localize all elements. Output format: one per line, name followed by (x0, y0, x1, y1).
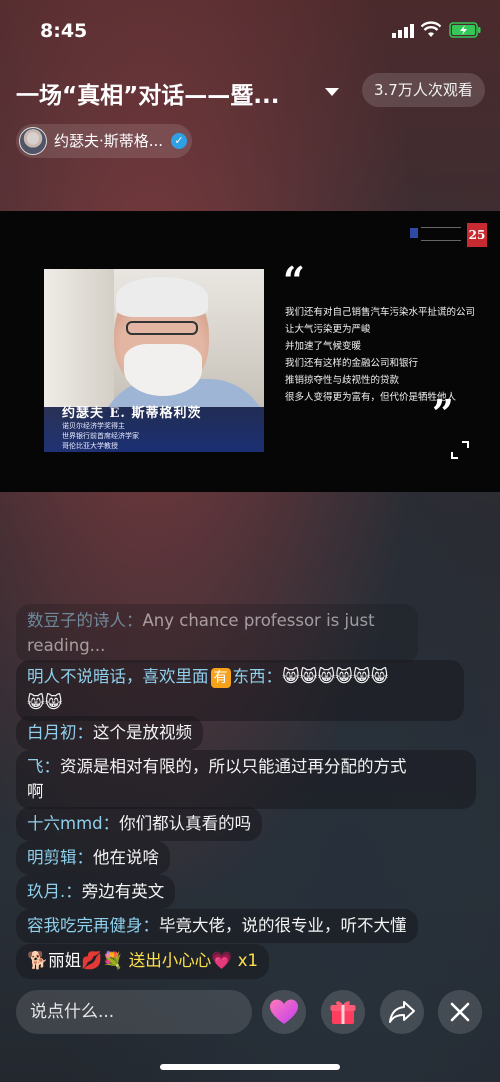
share-button[interactable] (380, 990, 424, 1034)
chat-message: 数豆子的诗人：Any chance professor is just read… (16, 604, 418, 663)
dog-icon: 🐕 (27, 951, 49, 971)
heart-gift-icon: 💗 (211, 951, 233, 971)
heart-icon (270, 999, 298, 1024)
speaker-name: 约瑟夫 E. 斯蒂格利茨 (62, 406, 202, 421)
home-indicator[interactable] (160, 1064, 340, 1070)
gift-button[interactable] (321, 990, 365, 1034)
chat-message: 飞：资源是相对有限的，所以只能通过再分配的方式 啊 (16, 750, 476, 809)
chat-username[interactable]: 明剪辑： (27, 848, 93, 867)
open-quote-icon: “ (283, 258, 305, 303)
quote-line: 我们还有对自己销售汽车污染水平扯谎的公司 (285, 307, 476, 318)
quote-line: 并加速了气候变暖 (285, 341, 362, 352)
close-icon (450, 1002, 470, 1022)
chat-text: 资源是相对有限的，所以只能通过再分配的方式 (60, 757, 407, 776)
speaker-title: 哥伦比亚大学教授 (62, 442, 118, 450)
quote-line: 让大气污染更为严峻 (285, 324, 371, 335)
gift-notification: 🐕丽姐💋💐 送出小心心💗 x1 (16, 944, 269, 979)
chat-text: 他在说啥 (93, 848, 159, 867)
chat-text: Any chance professor is just (142, 611, 375, 630)
status-bar: 8:45 (0, 0, 500, 60)
chat-username[interactable]: 丽姐 (48, 951, 81, 970)
quote-line: 推销掠夺性与歧视性的贷款 (285, 375, 400, 386)
stream-title[interactable]: 一场“真相”对话——暨... (16, 76, 316, 110)
host-name[interactable]: 约瑟夫·斯蒂格... (54, 124, 172, 158)
status-time: 8:45 (40, 20, 88, 42)
comment-input[interactable]: 说点什么... (16, 990, 252, 1034)
fullscreen-icon[interactable] (451, 441, 469, 459)
chevron-down-icon[interactable] (325, 88, 339, 96)
avatar[interactable] (19, 127, 47, 155)
speaker-title: 诺贝尔经济学奖得主 (62, 422, 125, 430)
chat-message: 白月初：这个是放视频 (16, 716, 203, 750)
chat-text: 啊 (27, 782, 44, 801)
chat-username[interactable]: 数豆子的诗人： (27, 611, 143, 630)
chat-text: reading... (27, 636, 106, 655)
broadcaster-logo-text (421, 227, 461, 241)
signal-icon (392, 24, 414, 38)
chat-text: 你们都认真看的吗 (119, 814, 252, 833)
close-button[interactable] (438, 990, 482, 1034)
gift-count: x1 (237, 951, 258, 970)
video-player[interactable]: 25 约瑟夫 E. 斯蒂格利茨 诺贝尔经济学奖得主 世界银行前首席经济学家 哥伦… (0, 211, 500, 492)
gift-icon (330, 1001, 356, 1024)
verified-icon: ✓ (171, 133, 187, 149)
share-icon (389, 1001, 415, 1023)
chat-text: 旁边有英文 (81, 882, 165, 901)
chat-username[interactable]: 明人不说暗话，喜欢里面 (27, 667, 209, 686)
viewer-count: 3.7万人次观看 (362, 73, 485, 107)
like-button[interactable] (262, 990, 306, 1034)
gift-text: 送出小心心 (128, 951, 212, 970)
chat-message: 十六mmd：你们都认真看的吗 (16, 807, 263, 841)
lips-flowers-icon: 💋💐 (81, 951, 124, 971)
chat-message: 明剪辑：他在说啥 (16, 841, 170, 875)
wifi-icon (421, 21, 441, 37)
chat-message: 玖月.：旁边有英文 (16, 875, 176, 909)
chat-username-badge: 有 (210, 668, 231, 688)
cat-emoji-icon: 😸😸 (27, 693, 63, 713)
chat-message: 容我吃完再健身：毕竟大佬，说的很专业，听不大懂 (16, 909, 418, 943)
chat-username[interactable]: 十六mmd： (27, 814, 119, 833)
anniversary-badge: 25 (467, 223, 487, 247)
chat-username[interactable]: 白月初： (27, 723, 93, 742)
battery-charging-icon (449, 22, 481, 38)
chat-username[interactable]: 东西： (233, 667, 283, 686)
speaker-title: 世界银行前首席经济学家 (62, 432, 139, 440)
host-profile[interactable]: 约瑟夫·斯蒂格... ✓ (16, 124, 192, 158)
chat-username[interactable]: 容我吃完再健身： (27, 916, 159, 935)
quote-line: 我们还有这样的金融公司和银行 (285, 358, 419, 369)
chat-username[interactable]: 玖月.： (27, 882, 82, 901)
chat-username[interactable]: 飞： (27, 757, 60, 776)
chat-message: 明人不说暗话，喜欢里面有东西：😸😸😸😸😸😸 😸😸 (16, 660, 464, 721)
chat-text: 这个是放视频 (93, 723, 192, 742)
chat-text: 毕竟大佬，说的很专业，听不大懂 (159, 916, 407, 935)
broadcaster-logo (410, 228, 418, 238)
quote-line: 很多人变得更为富有，但代价是牺牲他人 (285, 392, 457, 403)
close-quote-icon: ” (432, 391, 454, 436)
cat-emoji-icon: 😸😸😸😸😸😸 (282, 667, 389, 687)
